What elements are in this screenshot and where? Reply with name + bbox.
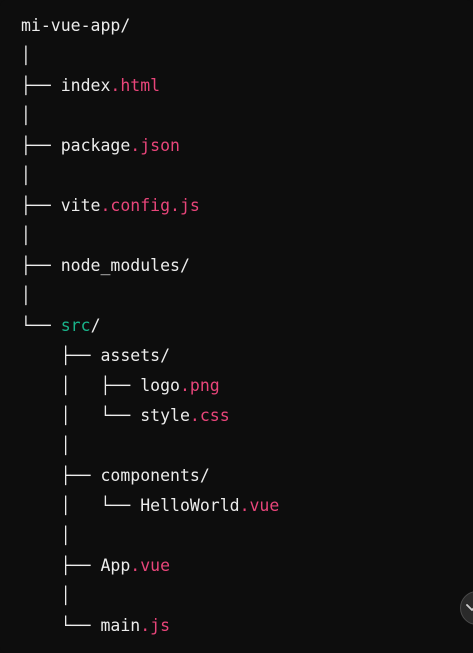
scroll-to-bottom-button[interactable] [460,591,473,625]
file-name: HelloWorld [140,496,240,515]
tree-line: ├── App.vue [21,551,279,581]
tree-branch: │ [21,286,31,305]
file-extension: .js [140,616,171,635]
tree-branch: │ [21,46,31,65]
folder-slash: / [179,256,190,275]
tree-branch: │ [21,526,71,545]
tree-branch: │ ├── [21,376,141,395]
tree-branch: ├── [21,196,61,215]
tree-line: │ └── HelloWorld.vue [21,491,280,521]
folder-name: assets [100,346,161,365]
code-block: mi-vue-app/│ ├── index.html │ ├── package.j… [0,0,473,653]
tree-line: ├── components/ [21,461,279,491]
tree-line: │ ├── logo.png [21,371,279,401]
file-tree: mi-vue-app/│ ├── index.html │ ├── package.j… [21,11,279,641]
tree-branch: ├── [21,76,61,95]
file-extension: .vue [130,556,171,575]
file-name: logo [140,376,180,395]
file-extension: .vue [239,496,280,515]
tree-line: │ [21,221,279,251]
tree-branch: │ [21,436,71,455]
folder-name: components [100,466,200,485]
file-name: vite [60,196,101,215]
tree-line: └── main.js [21,611,279,641]
tree-branch: │ [21,226,31,245]
tree-line: │ [21,281,279,311]
file-extension: .config.js [100,196,200,215]
file-name: index [60,76,111,95]
tree-line: │ └── style.css [21,401,279,431]
file-name: package [60,136,131,155]
folder-slash: / [160,346,171,365]
folder-name: src [60,316,91,335]
tree-branch: │ └── [21,496,141,515]
tree-branch: ├── [21,466,101,485]
folder-name: node_modules [60,256,180,275]
tree-line: │ [21,101,279,131]
tree-branch: └── [21,616,101,635]
file-extension: .json [130,136,180,155]
tree-line: │ [21,431,279,461]
file-name: main [100,616,141,635]
tree-line: └── src/ [21,311,279,341]
tree-line: │ [21,161,279,191]
folder-slash: / [120,16,131,35]
tree-line: ├── assets/ [21,341,279,371]
tree-branch: └── [21,316,61,335]
tree-line: mi-vue-app/ [21,11,279,41]
tree-line: ├── index.html [21,71,279,101]
tree-branch: │ [21,106,31,125]
tree-line: ├── vite.config.js [21,191,279,221]
file-extension: .css [189,406,230,425]
tree-line: │ [21,41,279,71]
tree-line: │ [21,581,279,611]
folder-name: mi-vue-app [21,16,121,35]
file-extension: .png [179,376,220,395]
file-extension: .html [110,76,161,95]
folder-slash: / [199,466,210,485]
tree-branch: │ └── [21,406,141,425]
tree-branch: ├── [21,556,101,575]
file-name: style [140,406,190,425]
tree-branch: │ [21,166,31,185]
tree-branch: ├── [21,346,101,365]
tree-branch: ├── [21,136,61,155]
tree-line: ├── package.json [21,131,279,161]
folder-slash: / [90,316,101,335]
chevron-down-icon [466,604,473,611]
tree-line: │ [21,521,279,551]
tree-branch: │ [21,586,71,605]
file-name: App [100,556,131,575]
tree-branch: ├── [21,256,61,275]
tree-line: ├── node_modules/ [21,251,279,281]
